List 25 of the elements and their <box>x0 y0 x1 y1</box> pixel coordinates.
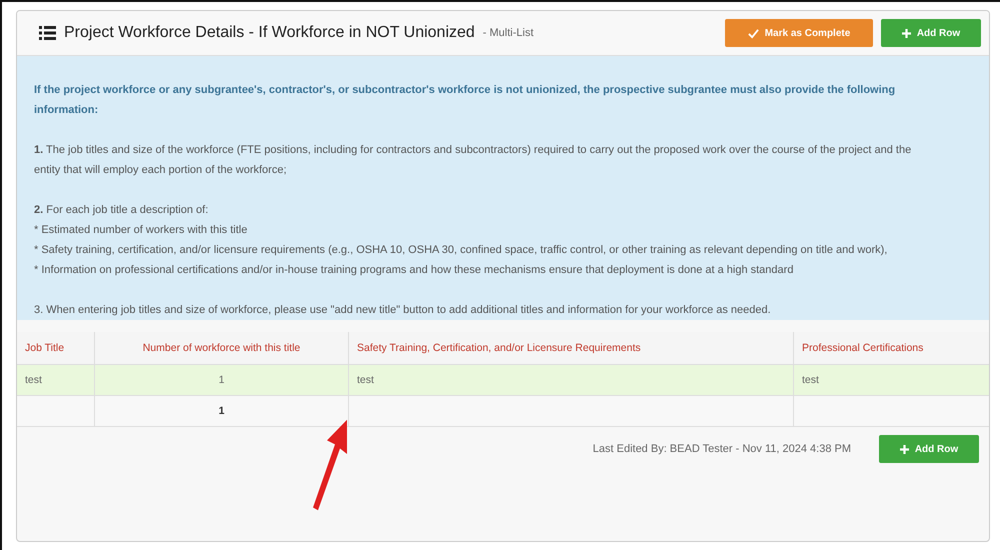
instruction-text: * Information on professional certifications and/or in-house training programs and how these mechanisms ensure that deployment is done at a high standard <box>34 263 794 278</box>
list-icon <box>39 26 56 40</box>
table-cell: test <box>349 365 794 395</box>
panel-subtitle: - Multi-List <box>482 27 534 39</box>
intro-text: If the project workforce or any subgrantee's, contractor's, or subcontractor's workforce is not unionized, the prospective subgrantee must also provide the following information: <box>34 83 896 118</box>
instruction-text: 1. The job titles and size of the workforce (FTE positions, including for contractors and subcontractors) required to carry out the proposed work over the course of the project and the entity that will employ each portion of the workforce; <box>34 143 912 178</box>
table-cell: test <box>17 365 95 395</box>
table-cell: 1 <box>95 365 349 395</box>
table-cell-text: test <box>801 373 820 388</box>
column-header: Professional Certifications <box>801 341 924 356</box>
column-header: Number of workforce with this title <box>95 332 349 364</box>
column-header: Job Title <box>17 332 95 364</box>
column-header: Safety Training, Certification, and/or Licensure Requirements <box>349 332 794 364</box>
checkmark-icon <box>748 28 759 38</box>
instruction-text: 2. For each job title a description of: <box>34 203 210 218</box>
instruction-text: * Safety training, certification, and/or licensure requirements (e.g., OSHA 10, OSHA 30, confined space, traffic control, or other training as relevant depending on title and work), <box>34 243 888 258</box>
add-row-button[interactable]: Add Row <box>881 19 981 47</box>
plus-icon <box>900 444 909 454</box>
mark-complete-button[interactable]: Mark as Complete <box>725 19 873 47</box>
last-edited-text: Last Edited By: BEAD Tester - Nov 11, 2024 4:38 PM <box>592 443 851 455</box>
plus-icon <box>902 28 911 38</box>
instruction-text: * Estimated number of workers with this title <box>34 223 248 238</box>
instruction-text: 3. When entering job titles and size of workforce, please use "add new title" button to add additional titles and information for your workforce as needed. <box>34 303 772 318</box>
add-row-button[interactable]: Add Row <box>879 435 979 463</box>
panel-title: Project Workforce Details - If Workforce in NOT Unionized <box>64 24 475 42</box>
